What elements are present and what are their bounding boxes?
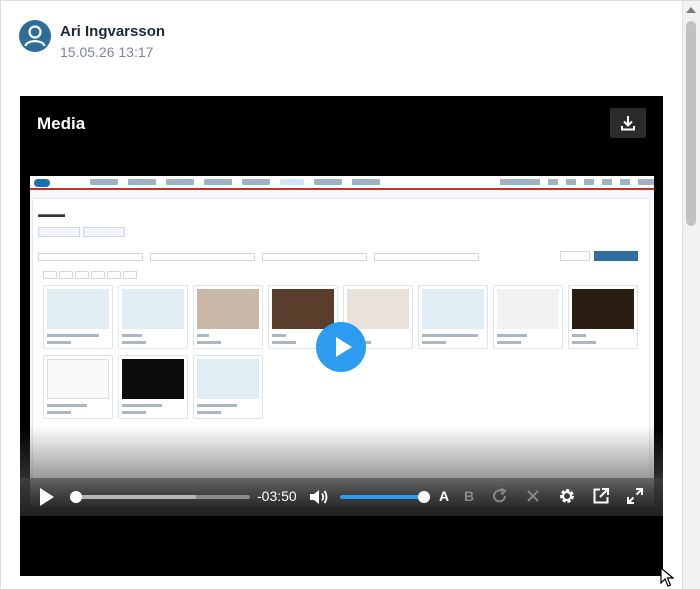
volume-handle[interactable] [418, 491, 430, 503]
external-link-icon[interactable] [591, 486, 611, 506]
seek-buffered [75, 495, 196, 499]
frame-nav [90, 179, 380, 187]
mouse-cursor-icon [660, 567, 674, 587]
player-controls: -03:50 A B [20, 478, 663, 514]
scrollbar-thumb[interactable] [686, 21, 696, 226]
volume-icon[interactable] [308, 487, 330, 507]
frame-topbar [30, 176, 654, 190]
scroll-up-icon[interactable] [686, 7, 696, 13]
caption-b-button[interactable]: B [464, 488, 474, 504]
time-remaining: -03:50 [257, 488, 297, 504]
frame-tabs [38, 227, 125, 237]
gear-icon[interactable] [557, 486, 577, 506]
seek-handle[interactable] [70, 491, 82, 503]
player-title: Media [37, 114, 86, 133]
author-name: Ari Ingvarsson [60, 23, 166, 40]
download-icon [621, 116, 635, 131]
post-timestamp: 15.05.26 13:17 [60, 44, 154, 60]
frame-logo [34, 179, 50, 187]
play-icon[interactable] [40, 488, 54, 506]
scrollbar[interactable] [682, 1, 700, 589]
frame-filters [38, 249, 638, 263]
user-icon [24, 25, 46, 47]
post-container: Ari Ingvarsson 15.05.26 13:17 Media ▬▬▬ [0, 0, 700, 589]
volume-slider[interactable] [340, 491, 430, 503]
seek-bar[interactable] [70, 491, 250, 503]
caption-a-button[interactable]: A [439, 488, 449, 504]
frame-topbar-tools [500, 179, 654, 185]
download-button[interactable] [610, 108, 646, 138]
frame-type-chips [43, 271, 137, 279]
frame-panel-title: ▬▬▬ [38, 209, 65, 219]
fullscreen-icon[interactable] [625, 486, 645, 506]
avatar [19, 20, 51, 52]
play-overlay-button[interactable] [316, 322, 366, 372]
close-icon[interactable] [523, 486, 543, 506]
redo-icon[interactable] [490, 486, 510, 506]
video-player[interactable]: Media ▬▬▬ -03:50 A B [20, 96, 663, 576]
